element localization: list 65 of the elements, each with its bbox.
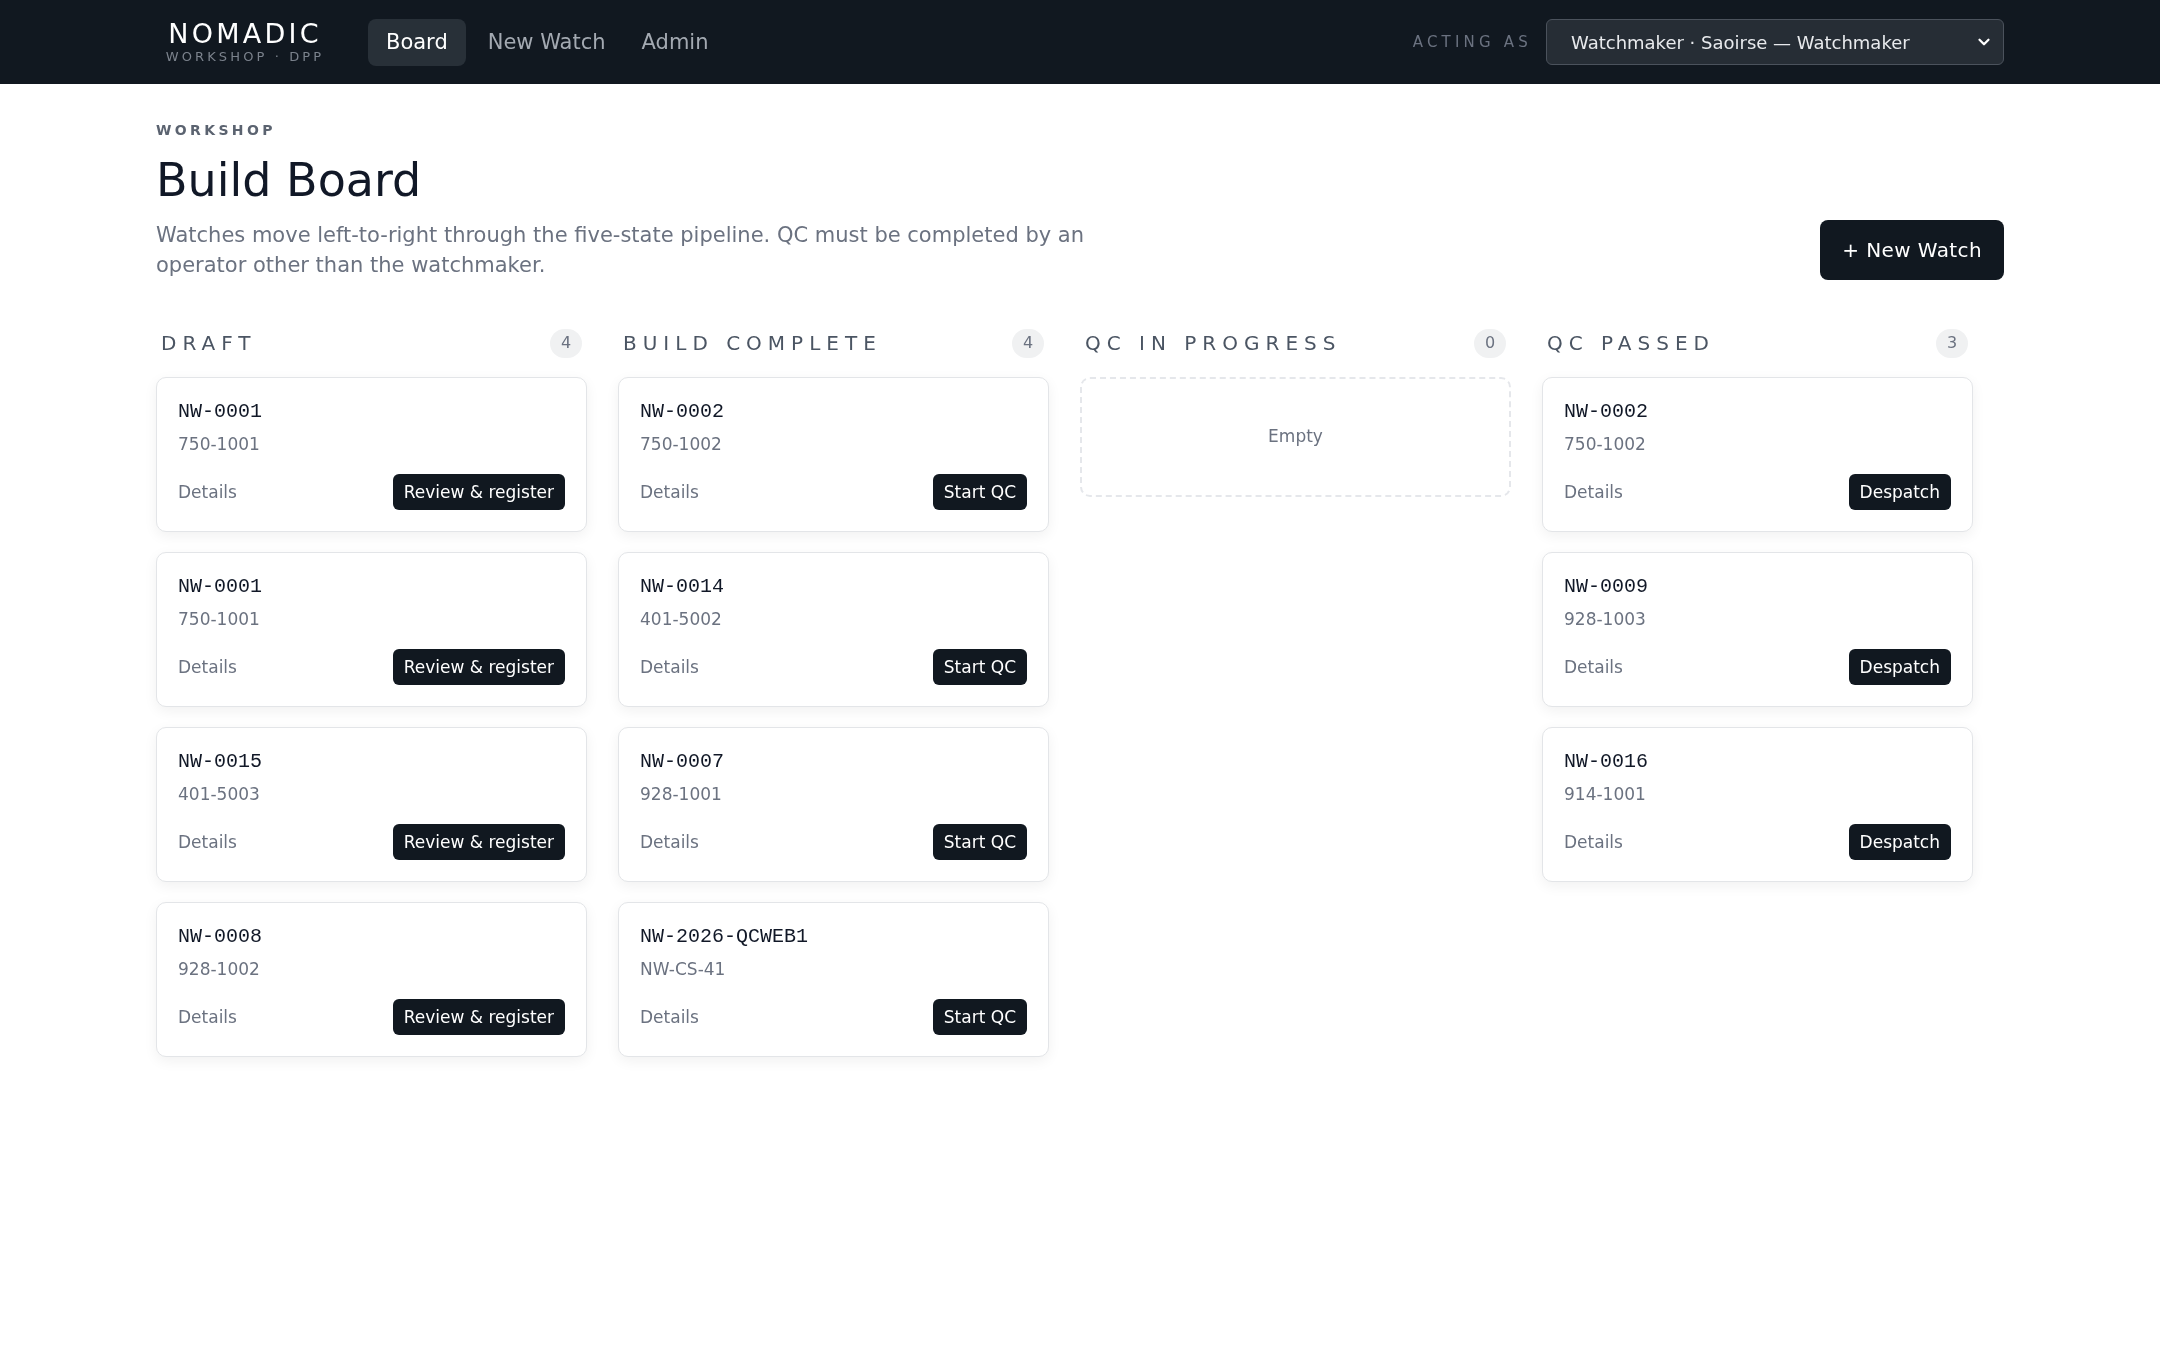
part-number: 750-1002 (1564, 433, 1646, 456)
part-number: 401-5002 (640, 608, 722, 631)
details-link[interactable]: Details (1564, 480, 1623, 504)
drop-zone[interactable]: Empty (1080, 377, 1511, 497)
watch-id: NW-0007 (640, 749, 724, 775)
brand-name: NOMADIC (168, 19, 322, 49)
action-button[interactable]: Start QC (932, 649, 1027, 685)
watch-id: NW-0016 (1564, 749, 1648, 775)
part-number: 750-1001 (178, 608, 260, 631)
watch-id: NW-0001 (178, 399, 262, 425)
column-title: DRAFT (161, 330, 257, 357)
details-link[interactable]: Details (640, 480, 699, 504)
action-button[interactable]: Start QC (932, 999, 1027, 1035)
watch-id: NW-2026-QCWEB1 (640, 924, 809, 950)
part-number: 928-1002 (178, 958, 260, 981)
details-link[interactable]: Details (1564, 830, 1623, 854)
role-select[interactable]: Watchmaker · Saoirse — Watchmaker (1546, 19, 2004, 65)
nav-tab[interactable]: New Watch (473, 18, 620, 66)
acting-as-label: ACTING AS (1412, 31, 1532, 53)
nav-tab[interactable]: Board (368, 18, 466, 66)
details-link[interactable]: Details (640, 1005, 699, 1029)
count-badge: 4 (550, 328, 582, 358)
page-eyebrow: WORKSHOP (156, 121, 276, 140)
watch-id: NW-0001 (178, 574, 262, 600)
details-link[interactable]: Details (1564, 655, 1623, 679)
action-button[interactable]: Start QC (932, 824, 1027, 860)
part-number: 928-1003 (1564, 608, 1646, 631)
new-watch-button[interactable]: + New Watch (1820, 220, 2004, 280)
details-link[interactable]: Details (640, 655, 699, 679)
watch-id: NW-0009 (1564, 574, 1648, 600)
part-number: 750-1002 (640, 433, 722, 456)
watch-id: NW-0002 (640, 399, 724, 425)
watch-id: NW-0008 (178, 924, 262, 950)
part-number: 914-1001 (1564, 783, 1646, 806)
column-title: QC IN PROGRESS (1085, 330, 1342, 357)
details-link[interactable]: Details (178, 480, 237, 504)
brand-subtitle: WORKSHOP · DPP (165, 49, 325, 65)
page-description: Watches move left-to-right through the five-state pipeline. QC must be completed by an operator other than the watchmaker. (156, 222, 1086, 279)
details-link[interactable]: Details (178, 655, 237, 679)
watch-id: NW-0014 (640, 574, 724, 600)
details-link[interactable]: Details (178, 1005, 237, 1029)
part-number: 928-1001 (640, 783, 722, 806)
action-button[interactable]: Review & register (392, 999, 565, 1035)
part-number: NW-CS-41 (640, 958, 726, 981)
empty-label: Empty (1268, 425, 1323, 449)
page-title: Build Board (156, 152, 422, 208)
part-number: 401-5003 (178, 783, 260, 806)
part-number: 750-1001 (178, 433, 260, 456)
action-button[interactable]: Review & register (392, 474, 565, 510)
column-title: BUILD COMPLETE (623, 330, 882, 357)
action-button[interactable]: Start QC (932, 474, 1027, 510)
column-title: QC PASSED (1547, 330, 1715, 357)
nav-tab[interactable]: Admin (627, 18, 723, 66)
count-badge: 3 (1936, 328, 1968, 358)
action-button[interactable]: Despatch (1848, 824, 1951, 860)
action-button[interactable]: Despatch (1848, 649, 1951, 685)
count-badge: 4 (1012, 328, 1044, 358)
watch-id: NW-0002 (1564, 399, 1648, 425)
details-link[interactable]: Details (178, 830, 237, 854)
action-button[interactable]: Despatch (1848, 474, 1951, 510)
action-button[interactable]: Review & register (392, 649, 565, 685)
watch-id: NW-0015 (178, 749, 262, 775)
count-badge: 0 (1474, 328, 1506, 358)
details-link[interactable]: Details (640, 830, 699, 854)
action-button[interactable]: Review & register (392, 824, 565, 860)
